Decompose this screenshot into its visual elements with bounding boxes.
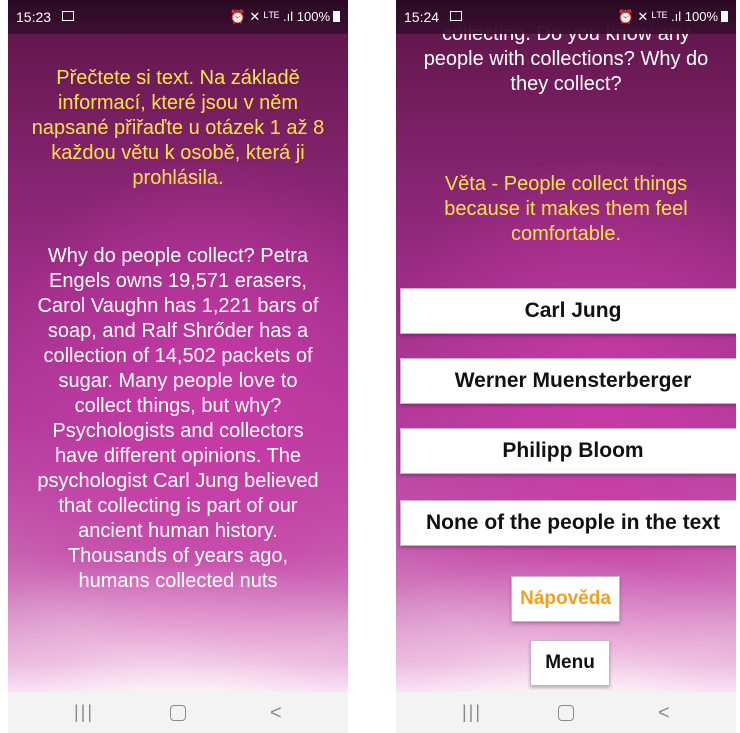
status-bar: 15:24 ⏰ ✕ ᴸᵀᴱ .ıl 100% bbox=[396, 0, 736, 34]
status-icons: ⏰ ✕ ᴸᵀᴱ .ıl 100% bbox=[618, 9, 728, 25]
answer-button-carl-jung[interactable]: Carl Jung bbox=[400, 288, 736, 334]
answer-button-none[interactable]: None of the people in the text bbox=[400, 500, 736, 546]
hint-button[interactable]: Nápověda bbox=[511, 576, 620, 622]
answer-button-werner-muensterberger[interactable]: Werner Muensterberger bbox=[400, 358, 736, 404]
battery-percent: 100% bbox=[684, 9, 718, 24]
status-bar: 15:23 ⏰ ✕ ᴸᵀᴱ .ıl 100% bbox=[8, 0, 348, 34]
phone-screenshot-left: 15:23 ⏰ ✕ ᴸᵀᴱ .ıl 100% Přečtete si text.… bbox=[8, 0, 348, 733]
instruction-text: Přečtete si text. Na základě informací, … bbox=[31, 67, 325, 189]
battery-icon bbox=[721, 11, 728, 22]
answer-button-philipp-bloom[interactable]: Philipp Bloom bbox=[400, 428, 736, 474]
signal-icons: ⏰ ✕ ᴸᵀᴱ .ıl bbox=[617, 9, 682, 24]
status-time: 15:24 bbox=[404, 9, 440, 25]
phone-screenshot-right: collecting. Do you know any people with … bbox=[396, 0, 736, 733]
status-icons: ⏰ ✕ ᴸᵀᴱ .ıl 100% bbox=[230, 9, 340, 25]
reading-passage: Why do people collect? Petra Engels owns… bbox=[37, 245, 319, 592]
gallery-notification-icon bbox=[62, 11, 74, 21]
android-nav-bar: ||| < bbox=[8, 692, 348, 733]
recent-apps-icon[interactable]: ||| bbox=[74, 702, 94, 723]
android-nav-bar: ||| < bbox=[396, 692, 736, 733]
home-icon[interactable] bbox=[170, 705, 186, 721]
battery-icon bbox=[333, 11, 340, 22]
app-background: collecting. Do you know any people with … bbox=[396, 0, 736, 692]
signal-icons: ⏰ ✕ ᴸᵀᴱ .ıl bbox=[229, 9, 294, 24]
sentence-prompt: Věta - People collect things because it … bbox=[444, 173, 688, 245]
gallery-notification-icon bbox=[450, 11, 462, 21]
back-icon[interactable]: < bbox=[270, 702, 282, 725]
recent-apps-icon[interactable]: ||| bbox=[462, 702, 482, 723]
home-icon[interactable] bbox=[558, 705, 574, 721]
app-background: 15:23 ⏰ ✕ ᴸᵀᴱ .ıl 100% Přečtete si text.… bbox=[8, 0, 348, 692]
back-icon[interactable]: < bbox=[658, 702, 670, 725]
status-time: 15:23 bbox=[16, 9, 52, 25]
menu-button[interactable]: Menu bbox=[530, 640, 610, 686]
battery-percent: 100% bbox=[296, 9, 330, 24]
